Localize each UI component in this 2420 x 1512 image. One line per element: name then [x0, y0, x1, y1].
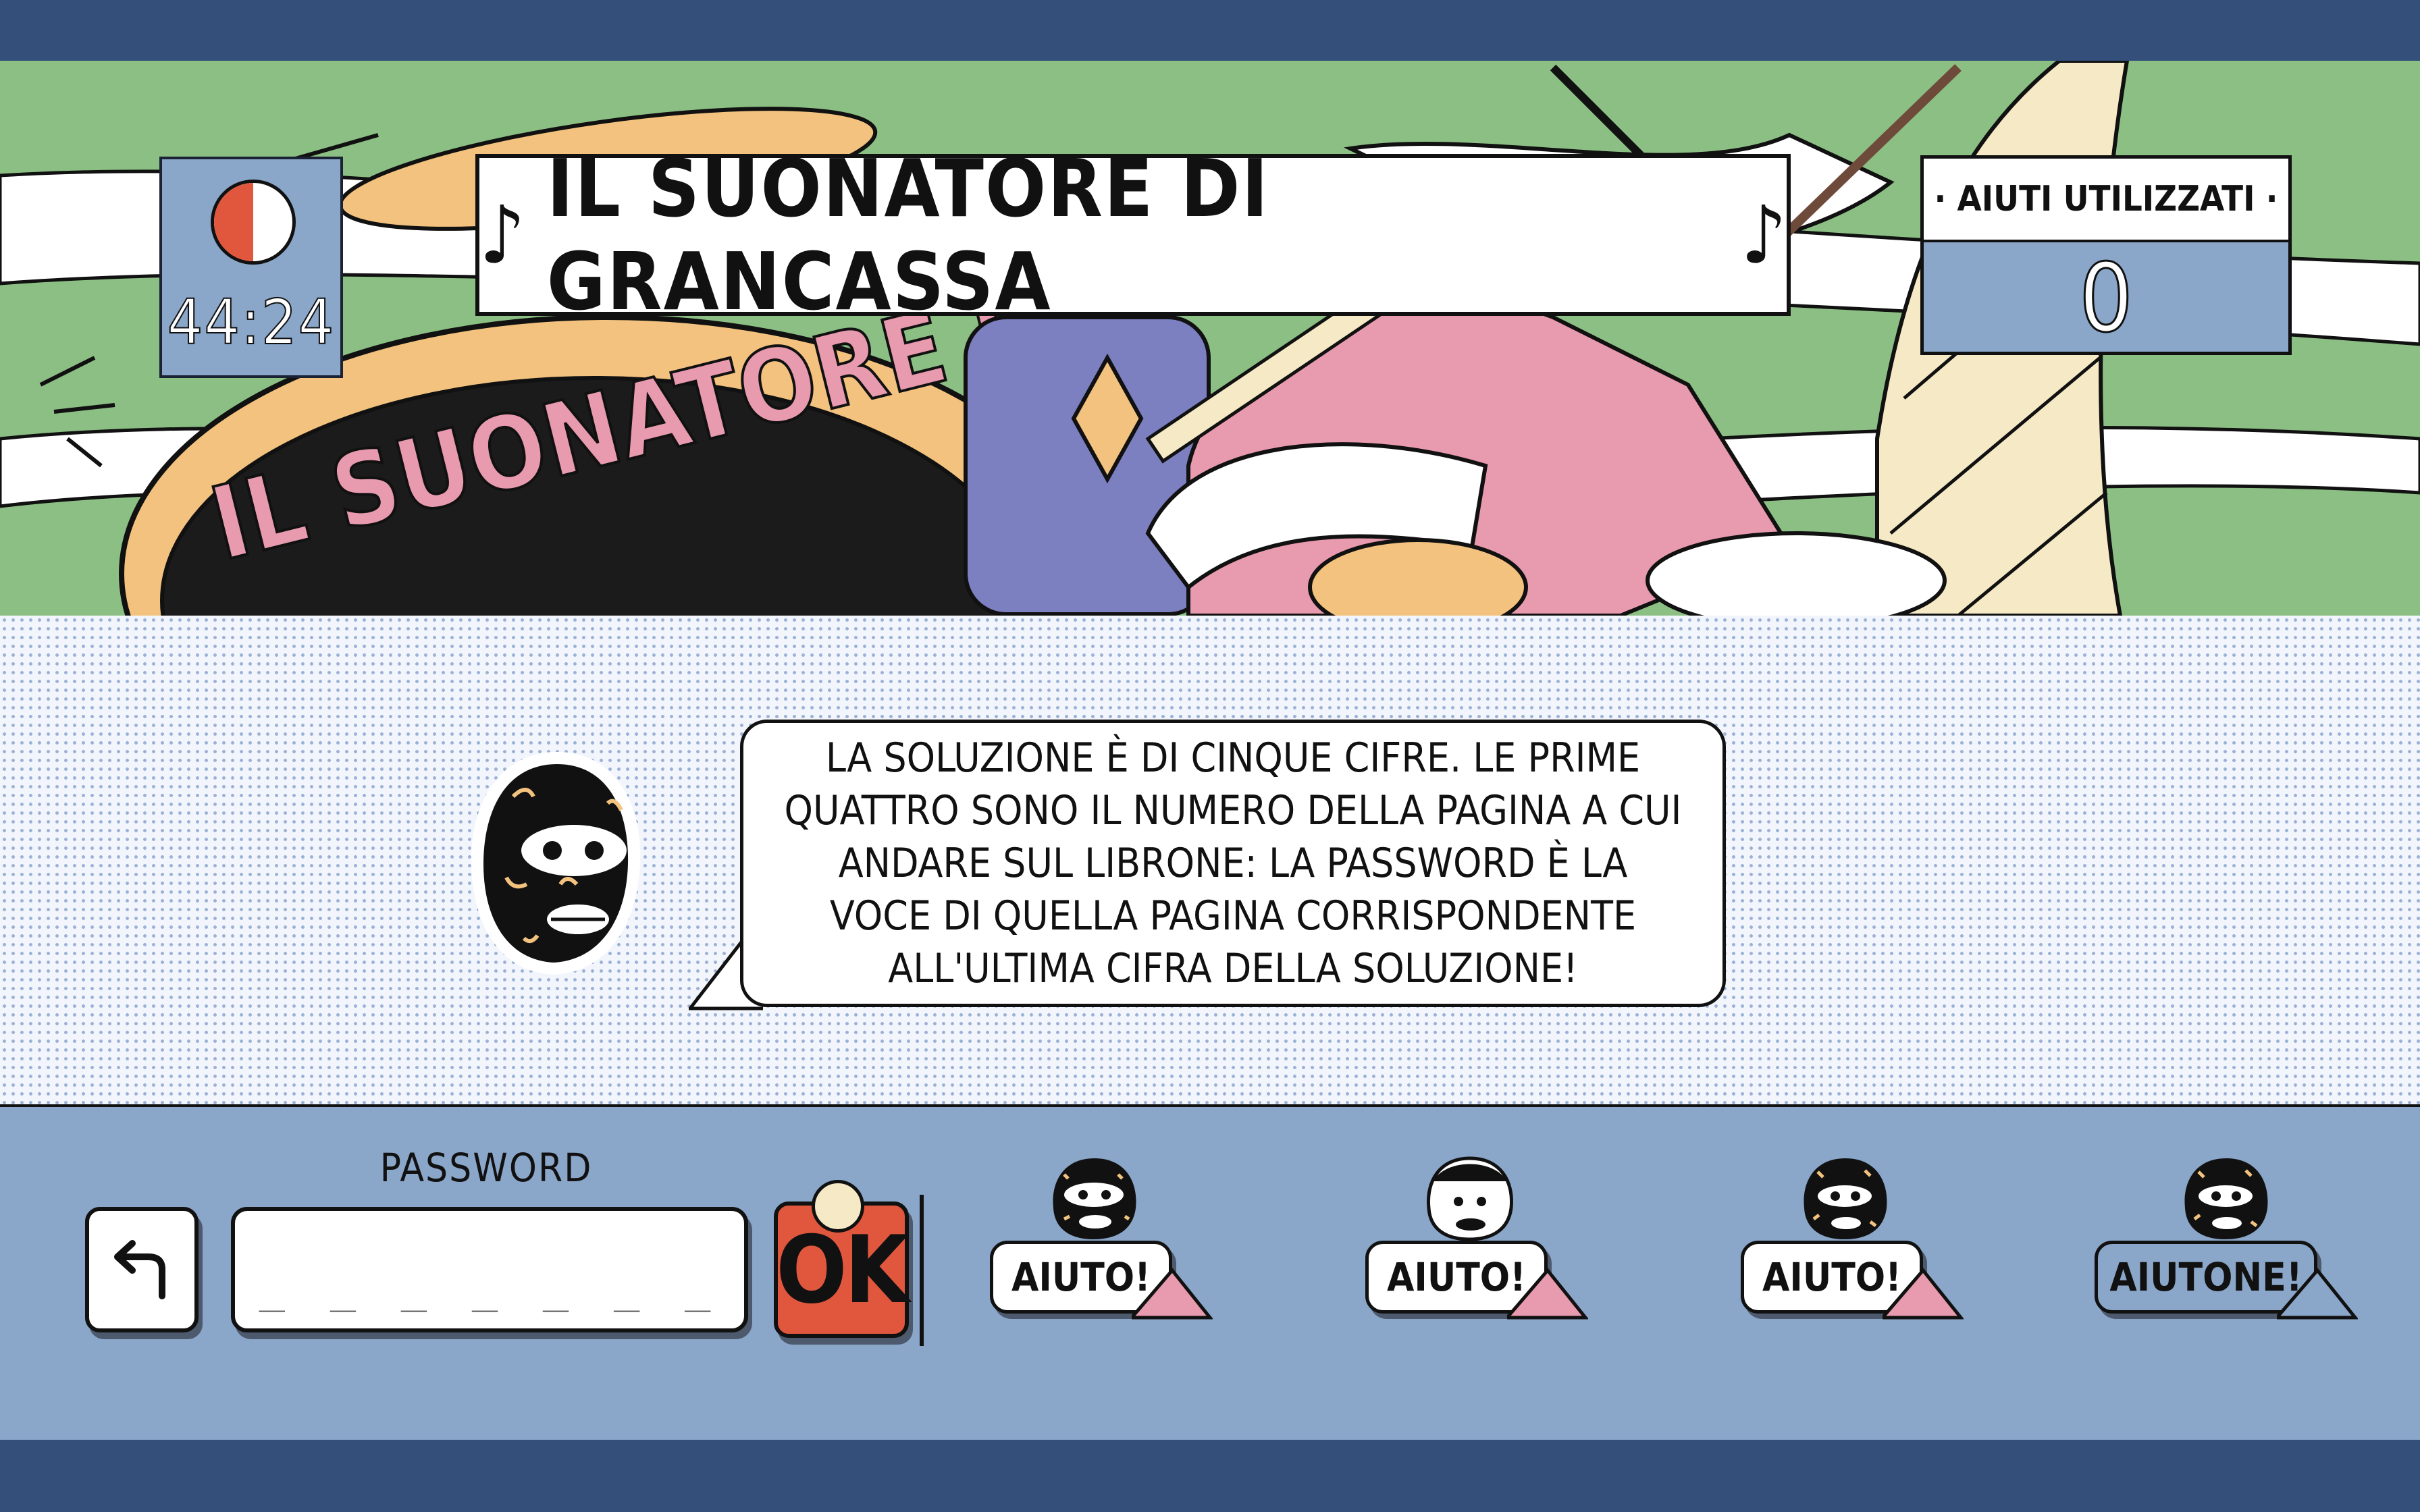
speech-bubble: La soluzione è di cinque cifre. Le prime… — [740, 720, 1726, 1007]
bandana-face-icon — [1427, 1156, 1513, 1241]
music-note-icon: ♪ — [479, 188, 525, 281]
music-note-icon: ♪ — [1741, 188, 1787, 281]
help-button-1[interactable]: AIUTO! — [990, 1154, 1246, 1336]
big-help-button[interactable]: AIUTONE! — [2095, 1154, 2358, 1336]
timer-panel: 44:24 — [159, 157, 343, 378]
help-flag-icon — [2277, 1268, 2358, 1320]
masked-face-icon — [1804, 1158, 1887, 1239]
password-input[interactable] — [231, 1207, 748, 1332]
masked-face-icon — [2184, 1158, 2268, 1239]
timer-text: 44:24 — [167, 286, 336, 359]
helps-used-count: 0 — [2078, 242, 2134, 354]
ok-button-knob — [812, 1180, 864, 1233]
help-flag-icon — [1507, 1268, 1588, 1320]
hint-text: La soluzione è di cinque cifre. Le prime… — [784, 734, 1682, 992]
bottom-bar — [0, 1440, 2420, 1512]
helps-used-label: · AIUTI UTILIZZATI · — [1924, 159, 2288, 242]
help-flag-icon — [1132, 1268, 1213, 1320]
help-button-2[interactable]: AIUTO! — [1365, 1154, 1622, 1336]
undo-arrow-icon — [114, 1240, 165, 1299]
top-bar — [0, 0, 2420, 61]
help-flag-icon — [1883, 1268, 1964, 1320]
controls-divider — [920, 1195, 924, 1346]
help-button-3[interactable]: AIUTO! — [1741, 1154, 1997, 1336]
page-title: IL SUONATORE DI GRANCASSA — [546, 142, 1270, 328]
password-label: PASSWORD — [379, 1145, 593, 1191]
timer-clock-icon — [211, 180, 296, 265]
masked-face-icon — [1053, 1158, 1136, 1239]
masked-character-avatar — [471, 752, 641, 975]
header-illustration: IL SUONATORE DI 44:24 ♪ IL SUONATORE DI … — [0, 61, 2420, 618]
helps-used-panel: · AIUTI UTILIZZATI · 0 — [1920, 155, 2292, 355]
title-panel: ♪ IL SUONATORE DI GRANCASSA ♪ — [475, 142, 1791, 328]
back-button[interactable] — [85, 1207, 199, 1332]
